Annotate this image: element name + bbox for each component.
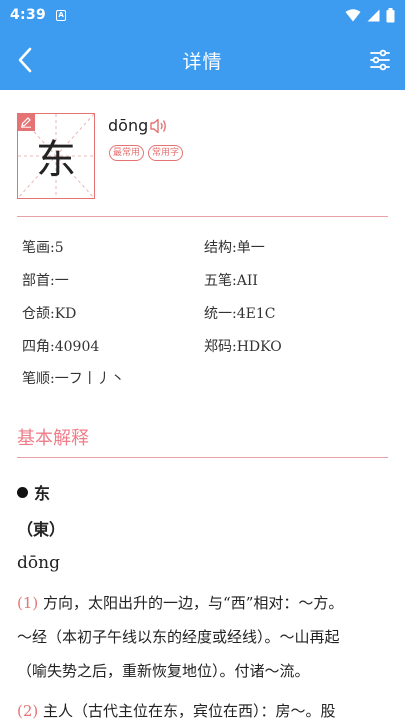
entry-head: 东: [17, 480, 50, 504]
info-structure: 结构:单一: [204, 240, 265, 256]
info-unicode: 统一:4E1C: [204, 306, 276, 322]
definition-2-number: (2): [17, 702, 39, 720]
sliders-icon: [370, 49, 390, 71]
badge-common-char: 常用字: [148, 145, 184, 161]
status-icons: [345, 7, 395, 23]
badge-most-common: 最常用: [109, 145, 145, 161]
info-wubi: 五笔:AII: [204, 273, 258, 289]
chevron-left-icon: [18, 47, 32, 73]
character-grid: 东: [17, 113, 95, 199]
handwrite-button[interactable]: [17, 113, 35, 131]
notification-icon: A: [56, 9, 67, 21]
pinyin-row: dōng: [108, 116, 168, 135]
info-zhengma: 郑码:HDKO: [204, 339, 282, 355]
definition-1-number: (1): [17, 594, 39, 612]
section-title-basic: 基本解释: [17, 428, 89, 449]
badge-row: 最常用 常用字: [109, 145, 184, 161]
signal-icon: [367, 9, 380, 21]
bullet-icon: [17, 486, 28, 498]
info-sijiao: 四角:40904: [22, 339, 100, 355]
info-strokes: 笔画:5: [22, 240, 64, 256]
info-radical: 部首:一: [22, 273, 69, 289]
definition-1-text: 方向，太阳出升的一边，与“西”相对：～方。: [38, 594, 344, 612]
pinyin: dōng: [108, 116, 149, 135]
page-title: 详情: [182, 50, 223, 73]
definition-1-line-3: （喻失势之后，重新恢复地位）。付诸～流。: [17, 662, 310, 680]
entry-traditional: （東）: [17, 520, 66, 539]
divider-top: [17, 216, 388, 217]
info-cangjie: 仓颉:KD: [22, 306, 77, 322]
settings-button[interactable]: [365, 45, 395, 75]
battery-icon: [386, 7, 395, 22]
pencil-icon: [21, 117, 31, 128]
entry-character: 东: [34, 484, 51, 503]
info-stroke-order: 笔顺:一フ丨丿丶: [22, 371, 125, 387]
speaker-icon[interactable]: [150, 118, 168, 134]
definition-1-line-2: ～经（本初子午线以东的经度或经线）。～山再起: [17, 628, 340, 646]
definition-2-text: 主人（古代主位在东，宾位在西）：房～。股: [38, 702, 336, 720]
back-button[interactable]: [10, 44, 40, 76]
app-bar: 详情: [0, 30, 405, 90]
definition-2-line-1: (2) 主人（古代主位在东，宾位在西）：房～。股: [17, 700, 336, 720]
status-bar: 4:39 A: [0, 0, 405, 30]
status-time: 4:39: [10, 7, 47, 23]
definition-1-line-1: (1) 方向，太阳出升的一边，与“西”相对：～方。: [17, 592, 343, 613]
entry-pinyin: dōng: [17, 553, 60, 573]
divider-section: [17, 457, 388, 458]
wifi-icon: [345, 8, 361, 21]
